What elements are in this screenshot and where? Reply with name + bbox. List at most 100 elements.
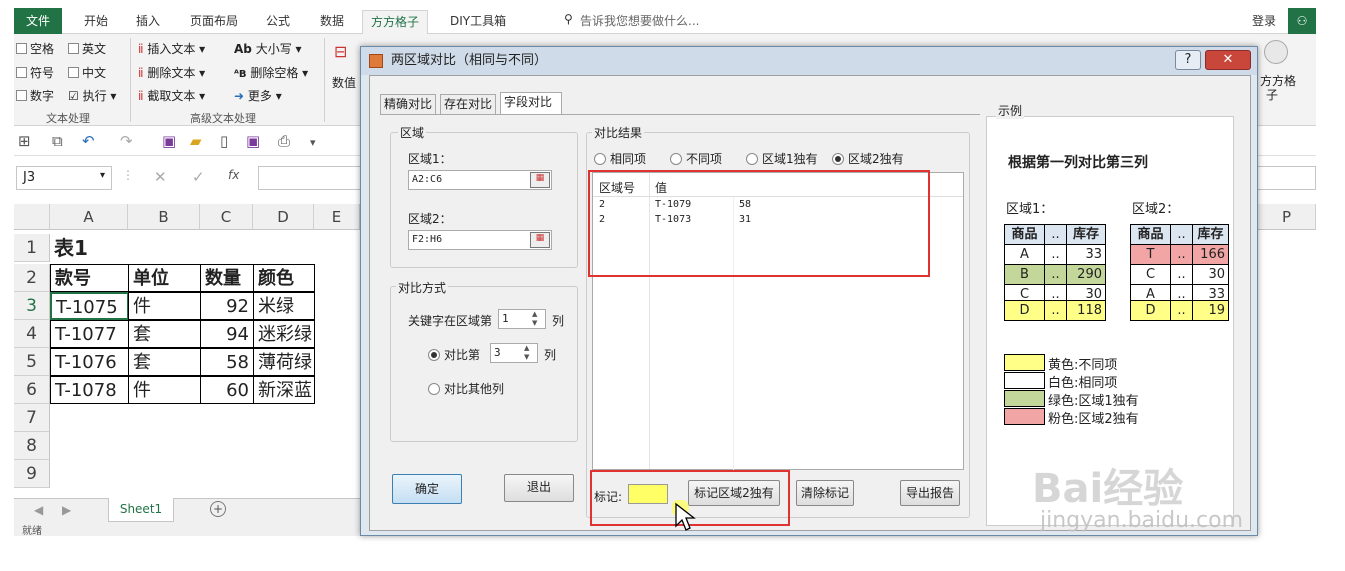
filter-area1-radio[interactable]: 区域1独有 bbox=[746, 150, 818, 167]
tab-diy[interactable]: DIY工具箱 bbox=[450, 12, 506, 29]
data-cell[interactable]: 58 bbox=[200, 348, 254, 376]
print-preview-icon[interactable]: ⎙ bbox=[278, 132, 290, 150]
header-cell[interactable]: 颜色 bbox=[253, 264, 315, 292]
tab-exact-compare[interactable]: 精确对比 bbox=[380, 94, 436, 114]
scroll-right-icon[interactable]: ▶ bbox=[62, 503, 71, 517]
cancel-icon[interactable]: ✕ bbox=[154, 168, 167, 186]
data-cell[interactable]: 60 bbox=[200, 376, 254, 404]
data-cell[interactable]: 套 bbox=[128, 348, 201, 376]
header-cell[interactable]: 款号 bbox=[50, 264, 129, 292]
tab-insert[interactable]: 插入 bbox=[136, 12, 160, 29]
user-icon[interactable]: ⚇ bbox=[1288, 8, 1316, 34]
check-digit[interactable]: 数字 bbox=[16, 87, 54, 104]
data-cell[interactable]: 件 bbox=[128, 292, 201, 320]
row-header[interactable]: 9 bbox=[14, 460, 50, 488]
data-cell[interactable]: 薄荷绿 bbox=[253, 348, 315, 376]
compare-column-radio[interactable]: 对比第 bbox=[428, 346, 480, 363]
row-header[interactable]: 3 bbox=[14, 292, 50, 320]
tab-formulas[interactable]: 公式 bbox=[266, 12, 290, 29]
filter-diff-radio[interactable]: 不同项 bbox=[670, 150, 722, 167]
login-link[interactable]: 登录 bbox=[1252, 12, 1276, 29]
key-column-spinner[interactable]: 1 bbox=[498, 309, 546, 329]
data-cell[interactable]: T-1076 bbox=[50, 348, 129, 376]
copy-icon[interactable]: ⧉ bbox=[52, 132, 63, 150]
enter-icon[interactable]: ✓ bbox=[192, 168, 205, 186]
more-button[interactable]: ➜ 更多 ▾ bbox=[234, 87, 282, 104]
export-report-button[interactable]: 导出报告 bbox=[900, 480, 960, 506]
case-button[interactable]: Ab 大小写 ▾ bbox=[234, 40, 302, 57]
new-file-icon[interactable]: ▯ bbox=[220, 132, 228, 150]
tab-fangfanggezi[interactable]: 方方格子 bbox=[362, 10, 429, 35]
sheet-tab[interactable]: Sheet1 bbox=[108, 498, 174, 522]
check-space[interactable]: 空格 bbox=[16, 40, 54, 57]
tab-data[interactable]: 数据 bbox=[320, 12, 344, 29]
spinner-arrows-icon[interactable]: ▲ ▼ bbox=[532, 310, 537, 328]
column-header-c[interactable]: C bbox=[200, 204, 253, 230]
undo-icon[interactable]: ↶ bbox=[82, 132, 95, 150]
cut-text-button[interactable]: ⅱ 截取文本 ▾ bbox=[138, 87, 205, 104]
tab-page-layout[interactable]: 页面布局 bbox=[190, 12, 238, 29]
dialog-title-bar[interactable]: 两区域对比（相同与不同） ? ✕ bbox=[361, 47, 1257, 75]
delete-space-button[interactable]: ᴬB 删除空格 ▾ bbox=[234, 64, 308, 81]
grid-icon[interactable]: ⊞ bbox=[18, 132, 31, 150]
data-cell[interactable]: 92 bbox=[200, 292, 254, 320]
row-header[interactable]: 5 bbox=[14, 348, 50, 376]
exit-button[interactable]: 退出 bbox=[504, 474, 574, 502]
help-button[interactable]: ? bbox=[1175, 50, 1201, 70]
number-button[interactable]: 数值 bbox=[332, 74, 356, 91]
tab-file[interactable]: 文件 bbox=[14, 8, 62, 34]
row-header[interactable]: 1 bbox=[14, 234, 50, 262]
check-symbol[interactable]: 符号 bbox=[16, 64, 54, 81]
check-english[interactable]: 英文 bbox=[68, 40, 106, 57]
column-header-p[interactable]: P bbox=[1258, 204, 1316, 230]
data-cell[interactable]: 新深蓝 bbox=[253, 376, 315, 404]
scroll-left-icon[interactable]: ◀ bbox=[34, 503, 43, 517]
customize-icon[interactable]: ▾ bbox=[310, 136, 316, 149]
column-header-d[interactable]: D bbox=[253, 204, 314, 230]
cell-a1-title[interactable]: 表1 bbox=[50, 234, 92, 262]
row-header[interactable]: 7 bbox=[14, 404, 50, 432]
spinner-arrows-icon[interactable]: ▲ ▼ bbox=[524, 344, 529, 362]
filter-area2-radio[interactable]: 区域2独有 bbox=[832, 150, 904, 167]
column-header-a[interactable]: A bbox=[50, 204, 128, 230]
ok-button[interactable]: 确定 bbox=[392, 474, 462, 504]
check-chinese[interactable]: 中文 bbox=[68, 64, 106, 81]
row-header[interactable]: 6 bbox=[14, 376, 50, 404]
tab-field-compare[interactable]: 字段对比 bbox=[500, 92, 562, 114]
redo-icon[interactable]: ↷ bbox=[120, 132, 133, 150]
tell-me-input[interactable]: 告诉我您想要做什么... bbox=[580, 12, 699, 29]
data-cell[interactable]: T-1075 bbox=[50, 292, 129, 320]
column-header-b[interactable]: B bbox=[128, 204, 200, 230]
other-columns-radio[interactable]: 对比其他列 bbox=[428, 380, 504, 397]
data-cell[interactable]: 件 bbox=[128, 376, 201, 404]
select-all-corner[interactable] bbox=[14, 204, 50, 230]
range-picker-icon[interactable]: ▦ bbox=[530, 232, 550, 248]
compare-column-spinner[interactable]: 3 bbox=[490, 343, 538, 363]
tab-exist-compare[interactable]: 存在对比 bbox=[440, 94, 496, 114]
data-cell[interactable]: 套 bbox=[128, 320, 201, 348]
close-button[interactable]: ✕ bbox=[1205, 50, 1251, 70]
insert-text-button[interactable]: ⅱ 插入文本 ▾ bbox=[138, 40, 205, 57]
execute-button[interactable]: ☑ 执行 ▾ bbox=[68, 87, 116, 104]
tab-home[interactable]: 开始 bbox=[84, 12, 108, 29]
data-cell[interactable]: 迷彩绿 bbox=[253, 320, 315, 348]
fx-icon[interactable]: fx bbox=[228, 168, 239, 182]
add-sheet-icon[interactable]: + bbox=[210, 501, 226, 517]
data-cell[interactable]: 米绿 bbox=[253, 292, 315, 320]
row-header[interactable]: 8 bbox=[14, 432, 50, 460]
open-folder-icon[interactable]: ▰ bbox=[190, 132, 202, 150]
row-header[interactable]: 2 bbox=[14, 264, 50, 292]
data-cell[interactable]: T-1077 bbox=[50, 320, 129, 348]
row-header[interactable]: 4 bbox=[14, 320, 50, 348]
delete-text-button[interactable]: ⅱ 删除文本 ▾ bbox=[138, 64, 205, 81]
column-header-e[interactable]: E bbox=[314, 204, 360, 230]
filter-same-radio[interactable]: 相同项 bbox=[594, 150, 646, 167]
header-cell[interactable]: 单位 bbox=[128, 264, 201, 292]
header-cell[interactable]: 数量 bbox=[200, 264, 254, 292]
range-picker-icon[interactable]: ▦ bbox=[530, 172, 550, 188]
clear-mark-button[interactable]: 清除标记 bbox=[796, 480, 854, 506]
save-as-icon[interactable]: ▣ bbox=[246, 132, 260, 150]
data-cell[interactable]: 94 bbox=[200, 320, 254, 348]
data-cell[interactable]: T-1078 bbox=[50, 376, 129, 404]
name-box[interactable]: J3 ▾ bbox=[16, 166, 112, 190]
